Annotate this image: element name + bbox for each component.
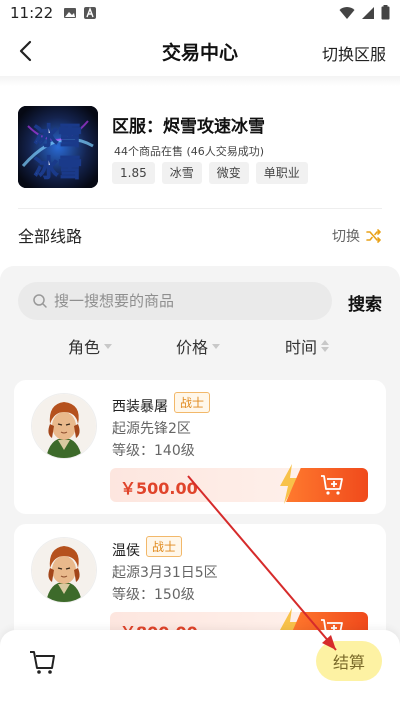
sort-toggle-icon: [321, 340, 330, 352]
search-box[interactable]: [18, 282, 332, 320]
game-name: 区服：烬雪攻速冰雪: [112, 117, 265, 137]
back-arrow-icon[interactable]: [14, 38, 40, 64]
app-a-icon: [84, 7, 97, 19]
route-label: 全部线路: [18, 227, 83, 246]
battery-icon: [381, 5, 390, 20]
role-badge: 战士: [174, 392, 211, 413]
search-row: 搜索: [18, 282, 382, 322]
item-name: 温侯: [112, 543, 140, 559]
nav-bar: 交易中心 切换区服: [0, 28, 400, 74]
cart-icon[interactable]: [28, 648, 56, 676]
game-stats: 44个商品在售 (46人交易成功): [114, 145, 265, 158]
checkout-button[interactable]: 结算: [316, 641, 382, 681]
switch-server-button[interactable]: 切换区服: [322, 41, 386, 65]
tag-type: 冰雪: [161, 162, 202, 184]
avatar: [32, 538, 96, 602]
status-time: 11:22: [10, 4, 54, 22]
logo-text-bottom: 冰雪: [34, 153, 82, 182]
item-level: 等级：140级: [112, 443, 195, 459]
section-divider: [18, 208, 382, 209]
search-input[interactable]: [54, 292, 314, 310]
list-item[interactable]: 西装暴屠 战士 起源先锋2区 等级：140级 ￥500.00: [14, 380, 386, 514]
tag-version: 1.85: [112, 162, 155, 184]
game-logo: 冰雪 冰雪: [18, 106, 98, 188]
sort-price[interactable]: 价格: [176, 334, 221, 358]
chevron-down-icon: [212, 343, 221, 349]
sort-row: 角色 价格 时间: [0, 334, 400, 358]
sort-role-label: 角色: [68, 338, 101, 357]
search-icon: [33, 294, 47, 308]
header-divider: [0, 76, 400, 86]
avatar: [32, 394, 96, 458]
bottom-bar: 结算: [0, 630, 400, 711]
sort-time[interactable]: 时间: [285, 334, 330, 358]
image-icon: [64, 8, 77, 18]
route-row: 全部线路 切换: [18, 220, 382, 250]
role-badge: 战士: [146, 536, 183, 557]
route-switch-button[interactable]: 切换: [332, 226, 382, 246]
tag-class: 单职业: [255, 162, 308, 184]
item-server: 起源先锋2区: [112, 421, 191, 437]
chevron-down-icon: [104, 343, 113, 349]
search-button[interactable]: 搜索: [348, 290, 382, 315]
route-switch-label: 切换: [332, 229, 360, 245]
sort-time-label: 时间: [285, 338, 318, 357]
status-bar: 11:22: [0, 0, 400, 26]
game-info-card: 冰雪 冰雪 区服：烬雪攻速冰雪 44个商品在售 (46人交易成功) 1.85 冰…: [18, 106, 382, 190]
item-name: 西装暴屠: [112, 399, 168, 415]
item-server: 起源3月31日5区: [112, 565, 218, 581]
shuffle-icon: [366, 229, 381, 243]
wifi-icon: [339, 6, 355, 19]
game-tags: 1.85 冰雪 微变 单职业: [112, 162, 308, 184]
cart-plus-icon: [321, 475, 343, 495]
price-bar: ￥500.00: [110, 464, 368, 504]
signal-icon: [362, 6, 374, 19]
item-price: ￥500.00: [120, 479, 198, 498]
page-title: 交易中心: [161, 41, 238, 64]
logo-text-top: 冰雪: [34, 121, 82, 150]
sort-role[interactable]: 角色: [68, 334, 113, 358]
item-level: 等级：150级: [112, 587, 195, 603]
sort-price-label: 价格: [176, 338, 209, 357]
tag-style: 微变: [208, 162, 249, 184]
